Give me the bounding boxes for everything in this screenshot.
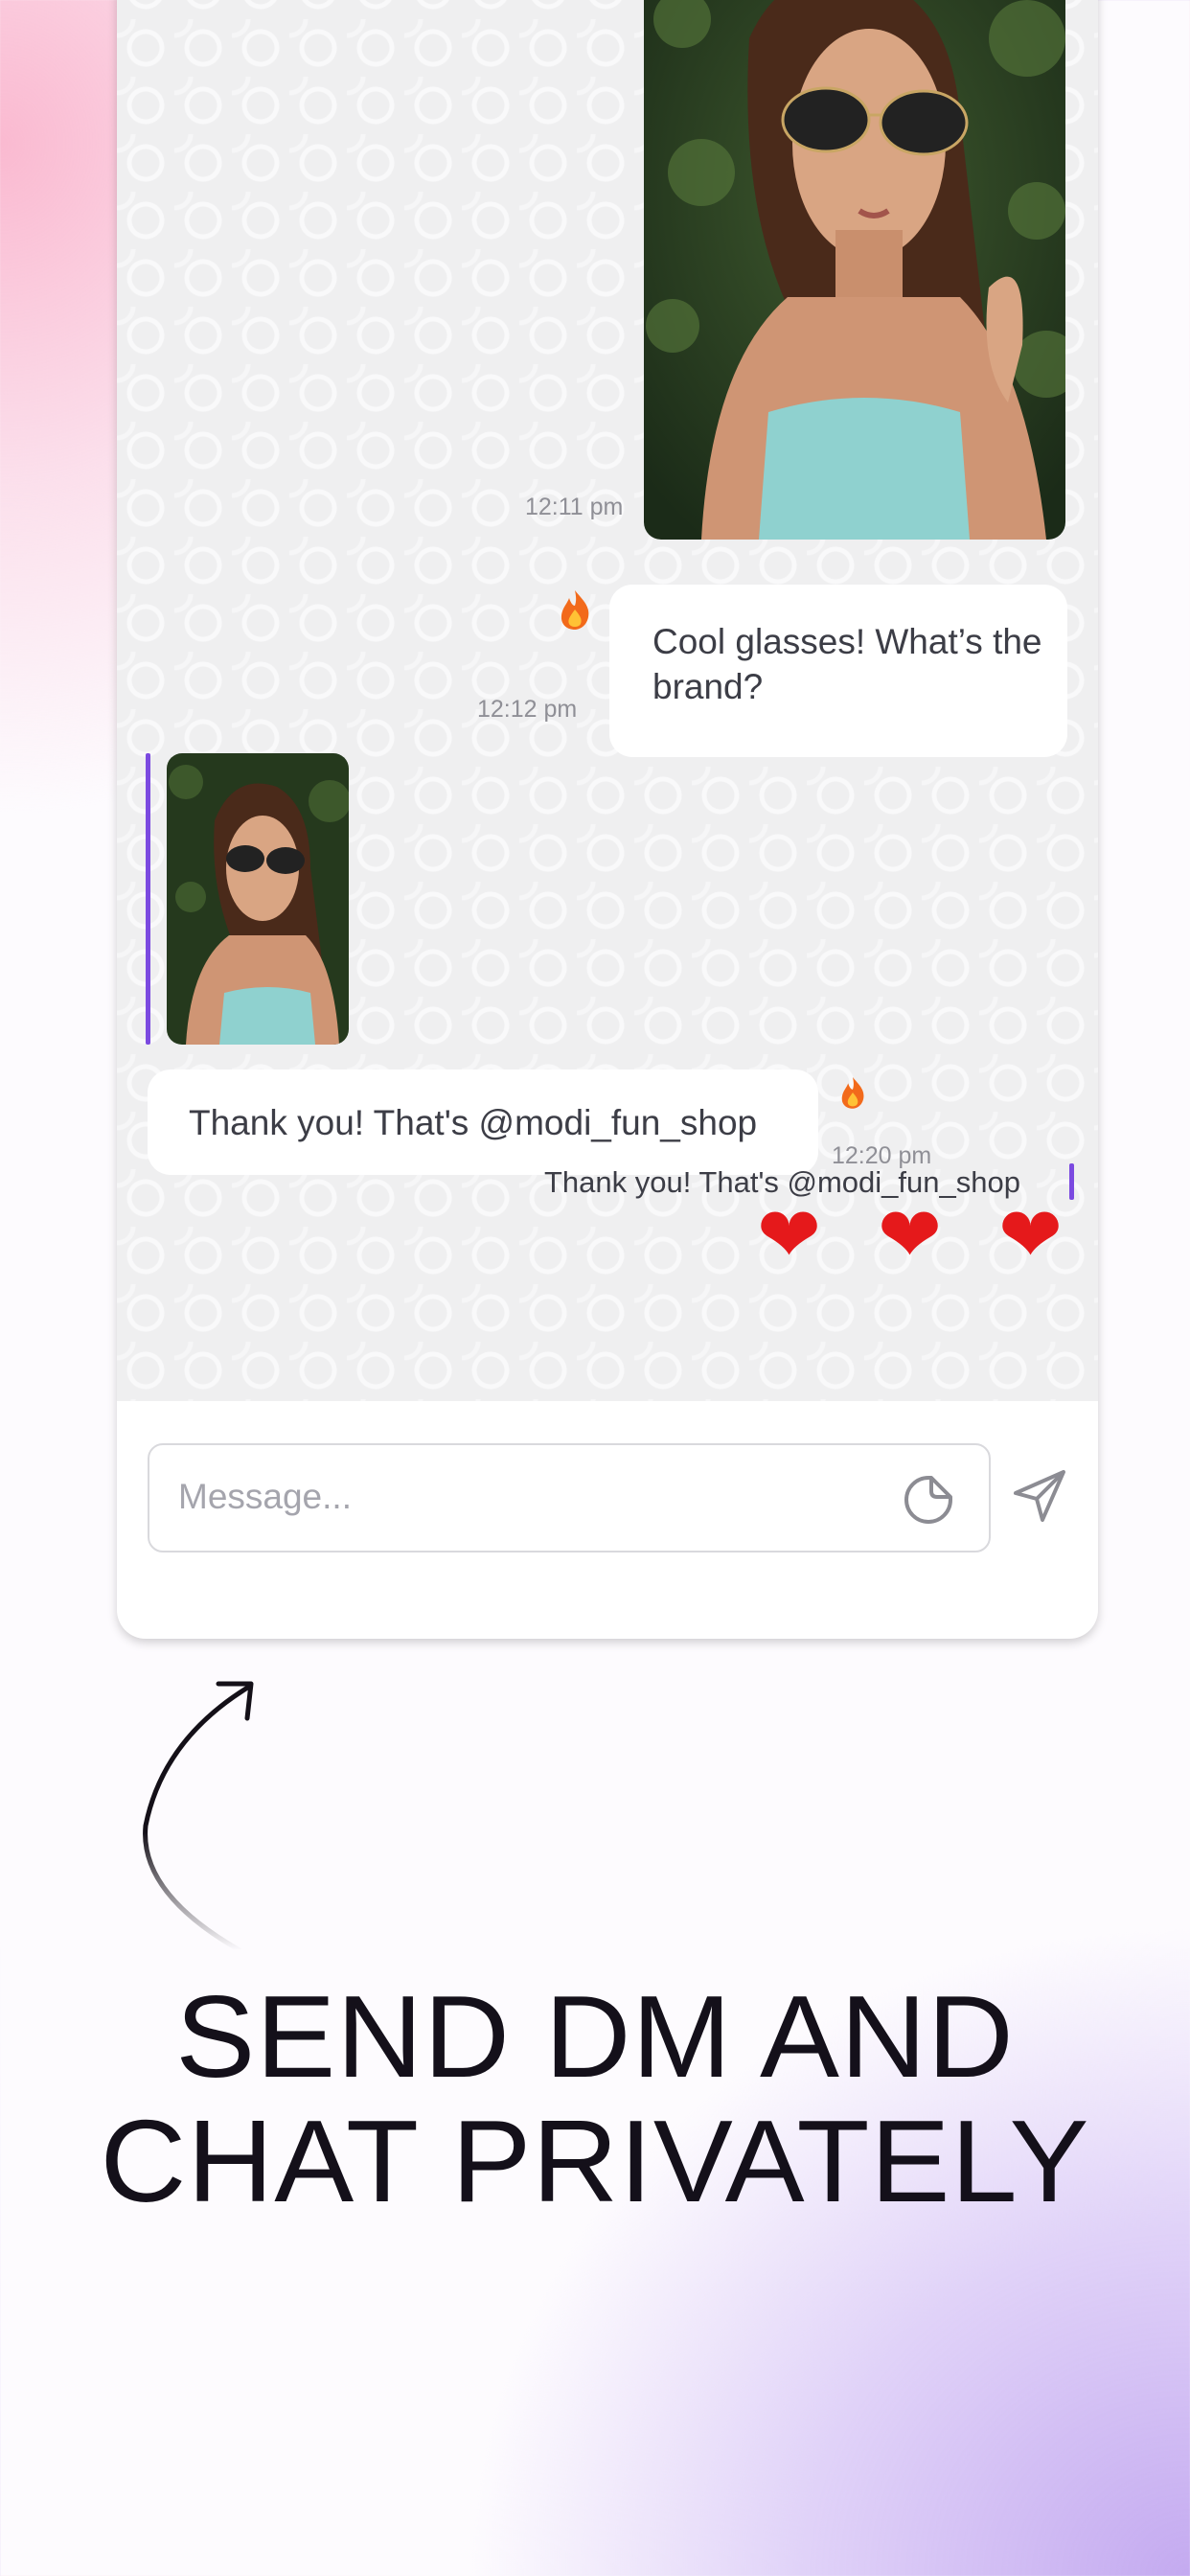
heart-emoji-icon: ❤: [998, 1192, 1064, 1277]
woman-photo-image: [644, 0, 1065, 540]
promo-headline: SEND DM AND CHAT PRIVATELY: [0, 1974, 1190, 2223]
heart-emoji-icon: ❤: [878, 1192, 943, 1277]
sticker-icon[interactable]: [903, 1474, 954, 1526]
woman-photo-thumbnail: [167, 753, 349, 1045]
message-timestamp: 12:11 pm: [525, 494, 624, 520]
send-icon[interactable]: [1010, 1466, 1069, 1526]
message-input[interactable]: [176, 1445, 851, 1549]
curved-arrow-icon: [143, 1681, 254, 1953]
fire-icon: [841, 1077, 864, 1109]
reply-indicator-bar: [1069, 1163, 1074, 1200]
fire-reaction-icon[interactable]: [837, 1075, 868, 1110]
message-text: Thank you! That's @modi_fun_shop: [189, 1103, 758, 1142]
message-timestamp: 12:12 pm: [477, 696, 578, 723]
reply-indicator-bar: [146, 753, 150, 1045]
fire-icon: [561, 590, 589, 630]
message-text: Cool glasses! What’s the brand?: [652, 622, 1042, 706]
headline-line-2: CHAT PRIVATELY: [100, 2096, 1090, 2226]
message-composer: [148, 1443, 991, 1552]
chat-thread[interactable]: 12:11 pm Cool glasses! What’s the brand?…: [117, 0, 1098, 1401]
fire-reaction-icon[interactable]: [556, 588, 594, 631]
outgoing-text-message[interactable]: Cool glasses! What’s the brand?: [609, 585, 1067, 757]
chat-card: 12:11 pm Cool glasses! What’s the brand?…: [117, 0, 1098, 1639]
incoming-reply-photo[interactable]: [167, 753, 349, 1045]
outgoing-photo-message[interactable]: [644, 0, 1065, 540]
headline-line-1: SEND DM AND: [175, 1971, 1015, 2102]
incoming-text-message[interactable]: Thank you! That's @modi_fun_shop: [148, 1070, 818, 1175]
heart-emoji-icon: ❤: [757, 1192, 822, 1277]
